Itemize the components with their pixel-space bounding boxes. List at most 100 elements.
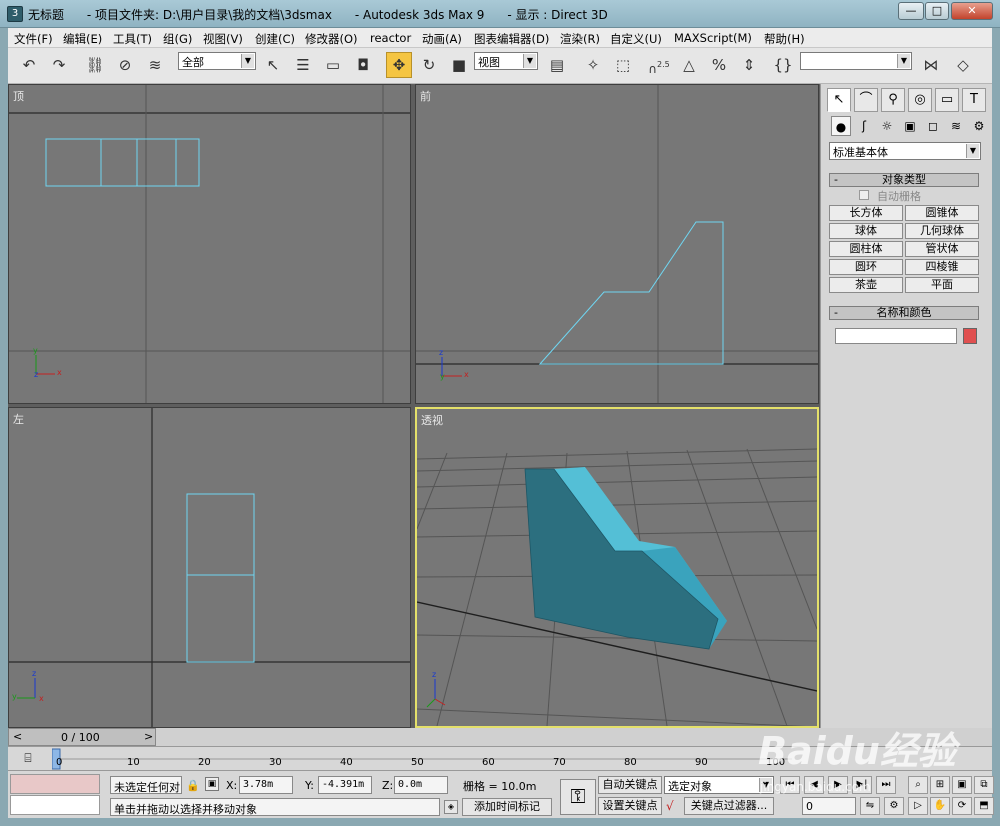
object-color-swatch[interactable] — [963, 328, 977, 344]
spacewarps-icon[interactable]: ≋ — [946, 116, 966, 136]
motion-tab-icon[interactable]: ◎ — [908, 88, 932, 112]
key-icon[interactable]: ⚿ — [560, 779, 596, 815]
add-time-tag-button[interactable]: 添加时间标记 — [462, 798, 552, 816]
shapes-icon[interactable]: ʃ — [854, 116, 874, 136]
maximize-viewport-icon[interactable]: ⬒ — [974, 797, 994, 815]
menu-13[interactable]: 帮助(H) — [764, 31, 805, 47]
menu-12[interactable]: MAXScript(M) — [674, 31, 752, 45]
auto-key-button[interactable]: 自动关键点 — [598, 776, 662, 794]
spinner-snap-icon[interactable]: ⇕ — [736, 52, 762, 78]
select-icon[interactable]: ↖ — [260, 52, 286, 78]
redo-icon[interactable]: ↷ — [46, 52, 72, 78]
undo-icon[interactable]: ↶ — [16, 52, 42, 78]
y-coordinate-input[interactable]: -4.391m — [318, 776, 372, 794]
object-button-1[interactable]: 圆锥体 — [905, 205, 979, 221]
zoom-all-icon[interactable]: ⊞ — [930, 776, 950, 794]
named-selection-dropdown[interactable]: ▼ — [800, 52, 912, 70]
helpers-icon[interactable]: ◻ — [923, 116, 943, 136]
name-color-rollout[interactable]: - 名称和颜色 — [829, 306, 979, 320]
viewport-label-front[interactable]: 前 — [420, 88, 431, 104]
object-button-8[interactable]: 茶壶 — [829, 277, 903, 293]
zoom-extents-icon[interactable]: ▣ — [952, 776, 972, 794]
fov-icon[interactable]: ▷ — [908, 797, 928, 815]
named-selection-icon[interactable]: {} — [770, 52, 796, 78]
viewport-front[interactable]: z x y 前 — [415, 84, 819, 404]
modify-tab-icon[interactable]: ⌒ — [854, 88, 878, 112]
menu-9[interactable]: 图表编辑器(D) — [474, 31, 549, 47]
object-type-rollout[interactable]: - 对象类型 — [829, 173, 979, 187]
zoom-icon[interactable]: ⌕ — [908, 776, 928, 794]
z-coordinate-input[interactable]: 0.0m — [394, 776, 448, 794]
menu-5[interactable]: 创建(C) — [255, 31, 295, 47]
goto-end-icon[interactable]: ⏭ — [876, 776, 896, 794]
keyboard-shortcut-icon[interactable]: ⬚ — [610, 52, 636, 78]
viewport-perspective[interactable]: z 透视 — [415, 407, 819, 728]
snap-icon[interactable]: ∩2.5 — [646, 52, 672, 78]
viewport-label-perspective[interactable]: 透视 — [421, 412, 443, 428]
lights-icon[interactable]: ☼ — [877, 116, 897, 136]
category-dropdown[interactable]: 标准基本体 ▼ — [829, 142, 981, 160]
percent-snap-icon[interactable]: % — [706, 52, 732, 78]
manipulate-icon[interactable]: ✧ — [580, 52, 606, 78]
close-button[interactable]: ✕ — [951, 2, 993, 20]
reference-coord-dropdown[interactable]: 视图 ▼ — [474, 52, 538, 70]
pivot-icon[interactable]: ▤ — [544, 52, 570, 78]
x-coordinate-input[interactable]: 3.78m — [239, 776, 293, 794]
align-icon[interactable]: ◇ — [950, 52, 976, 78]
key-filters-button[interactable]: 关键点过滤器... — [684, 797, 774, 815]
auto-grid-checkbox[interactable] — [859, 190, 869, 200]
object-button-4[interactable]: 圆柱体 — [829, 241, 903, 257]
maximize-button[interactable]: □ — [925, 2, 949, 20]
absolute-mode-icon[interactable]: ▣ — [205, 777, 219, 791]
viewport-label-top[interactable]: 顶 — [13, 88, 24, 104]
mirror-icon[interactable]: ⋈ — [918, 52, 944, 78]
menu-0[interactable]: 文件(F) — [14, 31, 53, 47]
cameras-icon[interactable]: ▣ — [900, 116, 920, 136]
time-slider-left-arrow[interactable]: < — [13, 730, 22, 743]
object-button-9[interactable]: 平面 — [905, 277, 979, 293]
bind-spacewarp-icon[interactable]: ≋ — [142, 52, 168, 78]
zoom-extents-all-icon[interactable]: ⧉ — [974, 776, 994, 794]
rotate-icon[interactable]: ↻ — [416, 52, 442, 78]
orbit-icon[interactable]: ⟳ — [952, 797, 972, 815]
key-mode-dropdown[interactable]: 选定对象 ▼ — [664, 776, 774, 794]
systems-icon[interactable]: ⚙ — [969, 116, 989, 136]
object-name-input[interactable] — [835, 328, 957, 344]
menu-6[interactable]: 修改器(O) — [305, 31, 358, 47]
time-config-icon[interactable]: ⚙ — [884, 797, 904, 815]
menu-2[interactable]: 工具(T) — [113, 31, 152, 47]
minimize-button[interactable]: — — [898, 2, 924, 20]
menu-1[interactable]: 编辑(E) — [63, 31, 102, 47]
3ds-max-icon[interactable]: 3 — [7, 6, 23, 22]
menu-8[interactable]: 动画(A) — [422, 31, 462, 47]
unlink-icon[interactable]: ⊘ — [112, 52, 138, 78]
time-slider-right-arrow[interactable]: > — [144, 730, 153, 743]
create-tab-icon[interactable]: ↖ — [827, 88, 851, 112]
menu-3[interactable]: 组(G) — [163, 31, 192, 47]
mini-curve-editor-icon[interactable]: ⌸ — [18, 751, 38, 767]
menu-7[interactable]: reactor — [370, 31, 411, 45]
lock-selection-icon[interactable]: 🔒 — [186, 779, 200, 792]
pan-icon[interactable]: ✋ — [930, 797, 950, 815]
viewport-left[interactable]: z y x 左 — [8, 407, 411, 728]
window-crossing-icon[interactable]: ◘ — [350, 52, 376, 78]
display-tab-icon[interactable]: ▭ — [935, 88, 959, 112]
current-frame-input[interactable]: 0 — [802, 797, 856, 815]
object-button-3[interactable]: 几何球体 — [905, 223, 979, 239]
time-slider[interactable]: < 0 / 100 — [8, 728, 156, 746]
key-curve-icon[interactable]: √ — [666, 799, 674, 813]
object-button-0[interactable]: 长方体 — [829, 205, 903, 221]
angle-snap-icon[interactable]: △ — [676, 52, 702, 78]
set-key-button[interactable]: 设置关键点 — [598, 797, 662, 815]
link-icon[interactable]: ⛓ — [82, 52, 108, 78]
menu-4[interactable]: 视图(V) — [203, 31, 243, 47]
object-button-5[interactable]: 管状体 — [905, 241, 979, 257]
time-tag-icon[interactable]: ◈ — [444, 800, 458, 814]
move-icon[interactable]: ✥ — [386, 52, 412, 78]
maxscript-listener-mini[interactable] — [10, 774, 100, 794]
selection-filter-dropdown[interactable]: 全部 ▼ — [178, 52, 256, 70]
object-button-6[interactable]: 圆环 — [829, 259, 903, 275]
key-mode-toggle-icon[interactable]: ⇋ — [860, 797, 880, 815]
menu-10[interactable]: 渲染(R) — [560, 31, 600, 47]
maxscript-output-mini[interactable] — [10, 795, 100, 815]
